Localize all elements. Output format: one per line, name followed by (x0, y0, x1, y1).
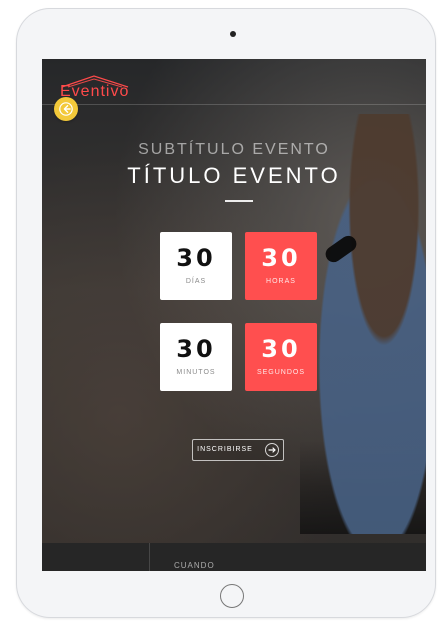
minutes-value: 30 (176, 335, 216, 363)
countdown-days: 30 DÍAS (160, 232, 232, 300)
dark-overlay (42, 59, 426, 571)
register-label: INSCRIBIRSE (197, 446, 253, 453)
minutes-label: MINUTOS (176, 369, 216, 376)
home-button[interactable] (220, 584, 244, 608)
header-divider (42, 104, 426, 105)
arrow-right-circle-icon (264, 443, 279, 457)
back-arrow-icon (59, 102, 73, 116)
countdown-seconds: 30 SEGUNDOS (245, 323, 317, 391)
back-button[interactable] (54, 97, 78, 121)
days-value: 30 (176, 244, 216, 272)
event-title: TÍTULO EVENTO (127, 163, 341, 188)
hours-value: 30 (261, 244, 301, 272)
seconds-label: SEGUNDOS (256, 369, 306, 376)
bottom-info-bar: CUANDO (42, 543, 426, 571)
bottom-divider (149, 543, 150, 571)
countdown-minutes: 30 MINUTOS (160, 323, 232, 391)
event-screen: Eventivo SUBTÍTULO EVENTO TÍTULO EVENTO … (42, 59, 426, 571)
front-camera (230, 31, 236, 37)
register-button[interactable]: INSCRIBIRSE (192, 439, 284, 461)
when-label: CUANDO (174, 561, 215, 570)
hours-label: HORAS (266, 278, 296, 285)
title-underline (225, 200, 253, 202)
arrow-right-icon (268, 447, 276, 453)
days-label: DÍAS (185, 278, 207, 285)
event-subtitle: SUBTÍTULO EVENTO (138, 141, 330, 158)
seconds-value: 30 (261, 335, 301, 363)
countdown-hours: 30 HORAS (245, 232, 317, 300)
